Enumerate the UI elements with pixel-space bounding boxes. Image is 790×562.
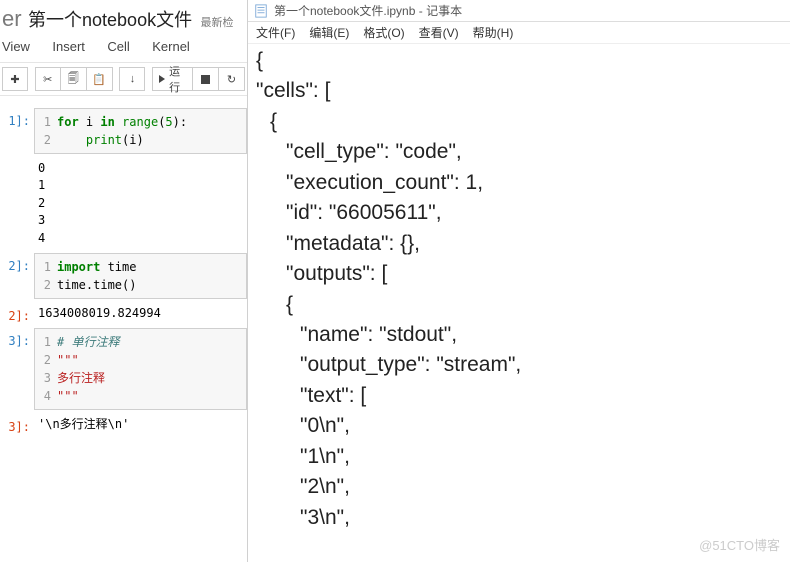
np-menu-format[interactable]: 格式(O) xyxy=(363,24,404,41)
cut-button[interactable]: ✂ xyxy=(35,67,61,91)
notepad-content[interactable]: {"cells": [{"cell_type": "code","executi… xyxy=(248,44,790,533)
restart-button[interactable]: ↻ xyxy=(219,67,245,91)
out-prompt: 2]: xyxy=(0,303,34,324)
jupyter-menu: View Insert Cell Kernel xyxy=(0,34,247,63)
notebook-title[interactable]: 第一个notebook文件 xyxy=(28,10,192,30)
paste-button[interactable]: 📋 xyxy=(87,67,113,91)
code-input[interactable]: 1# 单行注释2"""3多行注释4""" xyxy=(34,328,247,410)
notepad-menu: 文件(F) 编辑(E) 格式(O) 查看(V) 帮助(H) xyxy=(248,22,790,44)
notepad-icon xyxy=(254,4,268,18)
in-prompt: 2]: xyxy=(0,253,34,299)
line-number: 4 xyxy=(35,387,57,405)
menu-cell[interactable]: Cell xyxy=(107,39,129,54)
json-line: { xyxy=(252,290,790,320)
line-number: 1 xyxy=(35,333,57,351)
code-input[interactable]: 1for i in range(5):2 print(i) xyxy=(34,108,247,154)
jupyter-toolbar: ✚ ✂ 🗐 📋 ↓ 运行 ↻ xyxy=(0,63,247,96)
line-number: 1 xyxy=(35,113,57,131)
json-line: "cell_type": "code", xyxy=(252,137,790,167)
stop-button[interactable] xyxy=(193,67,219,91)
json-line: "0\n", xyxy=(252,411,790,441)
menu-kernel[interactable]: Kernel xyxy=(152,39,190,54)
json-line: { xyxy=(252,107,790,137)
add-cell-button[interactable]: ✚ xyxy=(2,67,28,91)
line-number: 2 xyxy=(35,351,57,369)
json-line: "id": "66005611", xyxy=(252,198,790,228)
autosave-status: 最新检 xyxy=(201,17,234,29)
json-line: { xyxy=(252,46,790,76)
notebook-body: 1]: 1for i in range(5):2 print(i)0 1 2 3… xyxy=(0,96,247,436)
line-number: 3 xyxy=(35,369,57,387)
np-menu-file[interactable]: 文件(F) xyxy=(256,24,295,41)
play-icon xyxy=(159,75,165,83)
result-output: '\n多行注释\n' xyxy=(34,414,247,435)
notepad-titlebar: 第一个notebook文件.ipynb - 记事本 xyxy=(248,0,790,22)
menu-view[interactable]: View xyxy=(2,39,30,54)
move-down-button[interactable]: ↓ xyxy=(119,67,145,91)
code-cell[interactable]: 3]: 1# 单行注释2"""3多行注释4""" xyxy=(0,328,247,410)
code-input[interactable]: 1import time2time.time() xyxy=(34,253,247,299)
np-menu-view[interactable]: 查看(V) xyxy=(419,24,459,41)
np-menu-help[interactable]: 帮助(H) xyxy=(473,24,514,41)
json-line: "2\n", xyxy=(252,472,790,502)
copy-button[interactable]: 🗐 xyxy=(61,67,87,91)
json-line: "outputs": [ xyxy=(252,259,790,289)
line-number: 1 xyxy=(35,258,57,276)
out-prompt: 3]: xyxy=(0,414,34,435)
jupyter-logo: er xyxy=(2,6,22,31)
watermark: @51CTO博客 xyxy=(699,535,780,554)
run-button[interactable]: 运行 xyxy=(152,67,193,91)
json-line: "metadata": {}, xyxy=(252,229,790,259)
json-line: "execution_count": 1, xyxy=(252,168,790,198)
notepad-title: 第一个notebook文件.ipynb - 记事本 xyxy=(274,2,462,19)
json-line: "output_type": "stream", xyxy=(252,350,790,380)
line-number: 2 xyxy=(35,131,57,149)
menu-insert[interactable]: Insert xyxy=(52,39,85,54)
json-line: "cells": [ xyxy=(252,76,790,106)
code-cell[interactable]: 2]: 1import time2time.time() xyxy=(0,253,247,299)
json-line: "1\n", xyxy=(252,442,790,472)
json-line: "name": "stdout", xyxy=(252,320,790,350)
line-number: 2 xyxy=(35,276,57,294)
code-cell[interactable]: 1]: 1for i in range(5):2 print(i) xyxy=(0,108,247,154)
json-line: "3\n", xyxy=(252,503,790,533)
in-prompt: 1]: xyxy=(0,108,34,154)
np-menu-edit[interactable]: 编辑(E) xyxy=(309,24,349,41)
stop-icon xyxy=(201,75,210,84)
stdout-output: 0 1 2 3 4 xyxy=(34,158,247,249)
in-prompt: 3]: xyxy=(0,328,34,410)
json-line: "text": [ xyxy=(252,381,790,411)
result-output: 1634008019.824994 xyxy=(34,303,247,324)
